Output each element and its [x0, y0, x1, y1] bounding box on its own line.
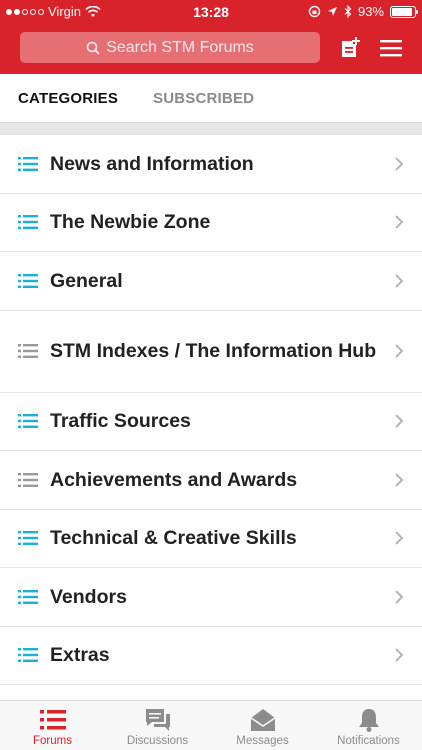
- list-icon: [18, 273, 38, 288]
- category-label: Vendors: [50, 585, 127, 608]
- menu-button[interactable]: [377, 34, 405, 62]
- chevron-right-icon: [395, 414, 404, 428]
- battery-percent: 93%: [357, 4, 384, 19]
- bluetooth-icon: [344, 5, 352, 18]
- list-icon: [18, 589, 38, 604]
- discussions-icon: [145, 709, 170, 731]
- forums-list-icon: [39, 710, 66, 730]
- chevron-right-icon: [395, 473, 404, 487]
- chevron-right-icon: [395, 274, 404, 288]
- chevron-right-icon: [395, 157, 404, 171]
- location-arrow-icon: [327, 7, 337, 16]
- category-label: Extras: [50, 644, 110, 667]
- nav-label: Notifications: [337, 735, 400, 747]
- status-bar: Virgin 13:28 93%: [0, 0, 422, 24]
- category-row[interactable]: STM Indexes / The Information Hub: [0, 311, 422, 393]
- new-post-icon: [342, 37, 360, 57]
- messages-icon: [250, 709, 275, 731]
- category-row[interactable]: Extras: [0, 627, 422, 685]
- chevron-right-icon: [395, 648, 404, 662]
- status-right: 93%: [308, 4, 418, 19]
- search-placeholder: Search STM Forums: [106, 38, 254, 56]
- nav-label: Forums: [33, 735, 72, 747]
- rotation-lock-icon: [308, 5, 321, 18]
- nav-notifications[interactable]: Notifications: [315, 701, 422, 750]
- nav-forums[interactable]: Forums: [0, 701, 105, 750]
- battery-fill: [392, 7, 413, 16]
- chevron-right-icon: [395, 344, 404, 358]
- chevron-right-icon: [395, 215, 404, 229]
- category-row[interactable]: Vendors: [0, 568, 422, 627]
- list-icon: [18, 414, 38, 429]
- category-label: STM Indexes / The Information Hub: [50, 340, 377, 362]
- category-row[interactable]: General: [0, 252, 422, 311]
- category-label: Achievements and Awards: [50, 468, 298, 491]
- hamburger-menu-icon: [380, 40, 402, 57]
- bell-icon: [358, 709, 379, 732]
- category-label: News and Information: [50, 152, 254, 175]
- list-icon: [18, 156, 38, 171]
- tab-categories[interactable]: CATEGORIES: [18, 90, 118, 107]
- list-icon: [18, 344, 38, 358]
- app-header: Virgin 13:28 93% Search STM Forums: [0, 0, 422, 74]
- nav-label: Messages: [236, 735, 289, 747]
- chevron-right-icon: [395, 531, 404, 545]
- category-row[interactable]: Technical & Creative Skills: [0, 510, 422, 568]
- list-icon: [18, 531, 38, 546]
- search-input[interactable]: Search STM Forums: [20, 32, 320, 63]
- list-icon: [18, 215, 38, 230]
- category-label: Technical & Creative Skills: [50, 527, 297, 550]
- category-label: The Newbie Zone: [50, 211, 211, 234]
- category-row[interactable]: Traffic Sources: [0, 393, 422, 451]
- category-row[interactable]: Achievements and Awards: [0, 451, 422, 510]
- tab-subscribed[interactable]: SUBSCRIBED: [153, 90, 254, 107]
- nav-label: Discussions: [126, 735, 189, 747]
- nav-discussions[interactable]: Discussions: [105, 701, 210, 750]
- category-label: General: [50, 269, 123, 292]
- category-list: News and Information The Newbie Zone Gen…: [0, 135, 422, 685]
- category-row[interactable]: News and Information: [0, 135, 422, 194]
- bottom-tab-bar: Forums Discussions Messages Notification…: [0, 700, 422, 750]
- nav-messages[interactable]: Messages: [210, 701, 315, 750]
- list-icon: [18, 472, 38, 487]
- category-row[interactable]: The Newbie Zone: [0, 194, 422, 252]
- section-divider: [0, 122, 422, 135]
- chevron-right-icon: [395, 590, 404, 604]
- category-label: Traffic Sources: [50, 410, 191, 433]
- new-post-button[interactable]: [336, 34, 364, 62]
- battery-icon: [390, 5, 418, 18]
- tab-bar: CATEGORIES SUBSCRIBED: [0, 74, 422, 122]
- search-icon: [86, 41, 100, 55]
- list-icon: [18, 648, 38, 663]
